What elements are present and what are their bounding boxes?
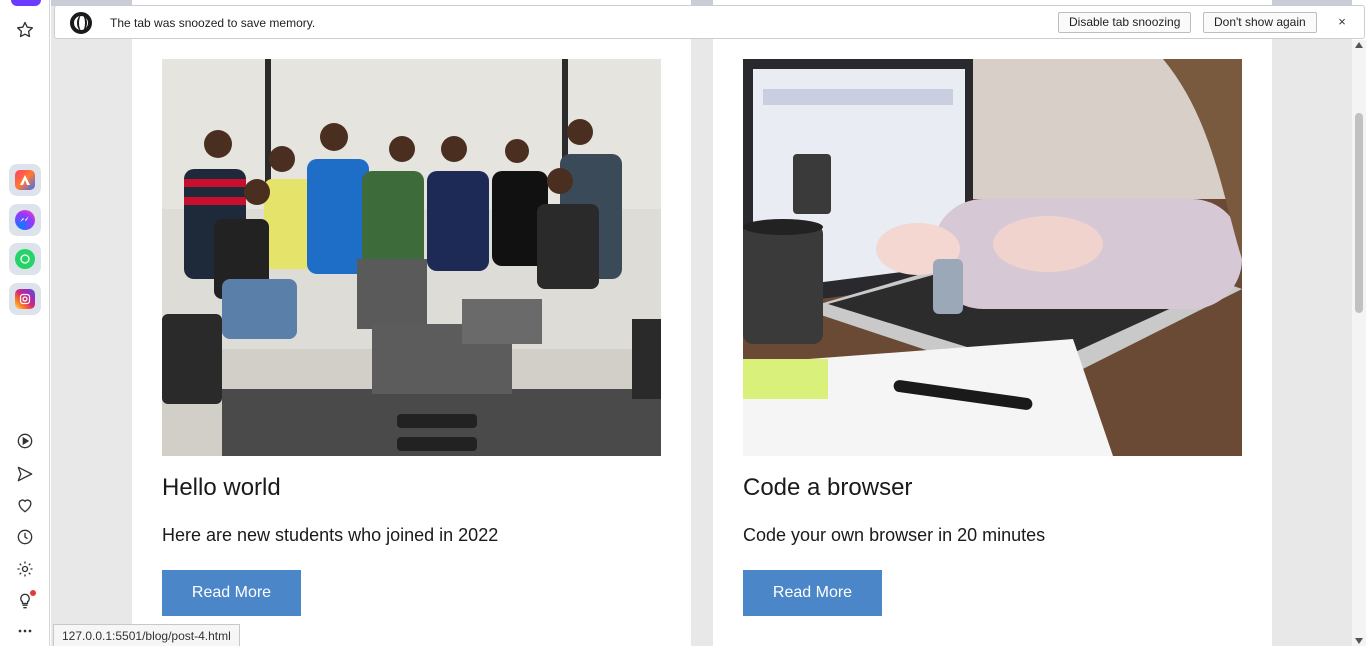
disable-tab-snoozing-button[interactable]: Disable tab snoozing bbox=[1058, 12, 1192, 33]
snooze-message: The tab was snoozed to save memory. bbox=[110, 16, 316, 30]
post-image-students bbox=[162, 59, 661, 456]
scroll-down-arrow-icon[interactable] bbox=[1355, 638, 1363, 644]
status-url-tooltip: 127.0.0.1:5501/blog/post-4.html bbox=[53, 624, 240, 646]
read-more-button[interactable]: Read More bbox=[162, 570, 301, 616]
scroll-up-arrow-icon[interactable] bbox=[1355, 42, 1363, 48]
messenger-icon[interactable] bbox=[9, 204, 41, 236]
sidebar bbox=[0, 0, 50, 646]
post-title: Hello world bbox=[162, 474, 281, 501]
aria-icon[interactable] bbox=[9, 164, 41, 196]
heart-icon[interactable] bbox=[13, 493, 37, 517]
opera-menu-button[interactable] bbox=[11, 0, 41, 6]
post-card: Hello world Here are new students who jo… bbox=[132, 0, 691, 646]
page-content: Hello world Here are new students who jo… bbox=[51, 0, 1352, 646]
post-description: Code your own browser in 20 minutes bbox=[743, 525, 1046, 545]
more-icon[interactable] bbox=[13, 619, 37, 643]
post-description: Here are new students who joined in 2022 bbox=[162, 525, 499, 545]
history-icon[interactable] bbox=[13, 525, 37, 549]
tab-snooze-notification: The tab was snoozed to save memory. Disa… bbox=[54, 5, 1365, 39]
settings-icon[interactable] bbox=[13, 557, 37, 581]
read-more-button[interactable]: Read More bbox=[743, 570, 882, 616]
post-title: Code a browser bbox=[743, 474, 913, 501]
player-icon[interactable] bbox=[13, 429, 37, 453]
notification-dot bbox=[30, 590, 36, 596]
whatsapp-icon[interactable] bbox=[9, 243, 41, 275]
lightbulb-icon[interactable] bbox=[13, 589, 37, 613]
post-image-laptop bbox=[743, 59, 1242, 456]
page-scrollbar[interactable] bbox=[1352, 40, 1366, 646]
instagram-icon[interactable] bbox=[9, 283, 41, 315]
close-icon[interactable]: × bbox=[1334, 14, 1350, 30]
opera-logo-icon bbox=[70, 12, 92, 34]
star-icon[interactable] bbox=[13, 18, 37, 42]
send-icon[interactable] bbox=[13, 462, 37, 486]
post-card: Code a browser Code your own browser in … bbox=[713, 0, 1272, 646]
scroll-thumb[interactable] bbox=[1355, 113, 1363, 313]
dont-show-again-button[interactable]: Don't show again bbox=[1203, 12, 1317, 33]
